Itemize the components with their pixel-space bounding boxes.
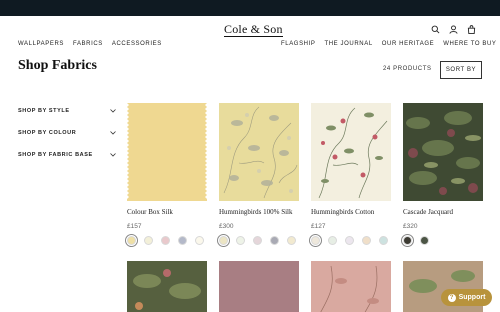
colour-swatch[interactable] <box>144 236 153 245</box>
colour-swatch[interactable] <box>362 236 371 245</box>
colour-swatch[interactable] <box>217 234 230 247</box>
product-price: £127 <box>311 223 326 230</box>
jacquard-pattern <box>403 103 483 201</box>
colour-swatch[interactable] <box>420 236 429 245</box>
filter-style[interactable]: SHOP BY STYLE <box>18 100 116 122</box>
header-icons <box>431 25 476 34</box>
product-image[interactable] <box>403 103 483 201</box>
site-header: Cole & Son Wallpapers Fabrics Accessorie… <box>0 16 500 56</box>
product-price: £157 <box>127 223 142 230</box>
colour-swatch[interactable] <box>178 236 187 245</box>
nav-heritage[interactable]: Our Heritage <box>382 41 434 47</box>
nav-journal[interactable]: The Journal <box>324 41 372 47</box>
main-nav-right: Flagship The Journal Our Heritage Where … <box>281 41 497 47</box>
top-bar <box>0 0 500 16</box>
hummingbird-pattern <box>219 103 299 201</box>
colour-swatch[interactable] <box>379 236 388 245</box>
filter-sidebar: SHOP BY STYLE SHOP BY COLOUR SHOP BY FAB… <box>18 100 116 166</box>
colour-swatches <box>309 234 388 247</box>
support-label: Support <box>458 294 486 301</box>
product-card[interactable] <box>219 261 299 312</box>
colour-swatches <box>217 234 296 247</box>
product-card[interactable]: Hummingbirds Cotton £127 <box>309 103 391 247</box>
colour-swatch[interactable] <box>270 236 279 245</box>
product-price: £320 <box>403 223 418 230</box>
fabric-pattern <box>311 261 391 312</box>
colour-swatch[interactable] <box>125 234 138 247</box>
nav-accessories[interactable]: Accessories <box>112 41 162 47</box>
filter-fabric-base[interactable]: SHOP BY FABRIC BASE <box>18 144 116 166</box>
chevron-down-icon <box>110 153 116 157</box>
filter-label: SHOP BY STYLE <box>18 108 70 114</box>
product-card[interactable]: Colour Box Silk £157 <box>125 103 207 247</box>
question-icon: ? <box>447 293 456 302</box>
product-image[interactable] <box>219 103 299 201</box>
colour-swatch[interactable] <box>236 236 245 245</box>
filter-label: SHOP BY FABRIC BASE <box>18 152 93 158</box>
filter-colour[interactable]: SHOP BY COLOUR <box>18 122 116 144</box>
colour-swatch[interactable] <box>345 236 354 245</box>
product-image[interactable] <box>127 261 207 312</box>
cart-icon[interactable] <box>467 25 476 34</box>
colour-swatch[interactable] <box>161 236 170 245</box>
fabric-edge <box>127 103 207 201</box>
product-name[interactable]: Hummingbirds 100% Silk <box>219 208 293 216</box>
colour-swatch[interactable] <box>328 236 337 245</box>
colour-swatch[interactable] <box>195 236 204 245</box>
nav-where-to-buy[interactable]: Where to Buy <box>443 41 496 47</box>
page-title: Shop Fabrics <box>18 58 97 73</box>
nav-flagship[interactable]: Flagship <box>281 41 315 47</box>
filter-label: SHOP BY COLOUR <box>18 130 77 136</box>
fabric-pattern <box>127 261 207 312</box>
chevron-down-icon <box>110 131 116 135</box>
hummingbird-pattern <box>311 103 391 201</box>
colour-swatches <box>401 234 429 247</box>
product-image[interactable] <box>311 261 391 312</box>
nav-fabrics[interactable]: Fabrics <box>73 41 103 47</box>
main-nav-left: Wallpapers Fabrics Accessories <box>18 41 162 47</box>
chevron-down-icon <box>110 109 116 113</box>
colour-swatch[interactable] <box>309 234 322 247</box>
colour-swatch[interactable] <box>401 234 414 247</box>
account-icon[interactable] <box>449 25 458 34</box>
product-image[interactable] <box>311 103 391 201</box>
product-name[interactable]: Cascade Jacquard <box>403 208 453 216</box>
sort-button[interactable]: SORT BY <box>440 61 482 79</box>
product-price: £300 <box>219 223 234 230</box>
colour-swatches <box>125 234 204 247</box>
colour-swatch[interactable] <box>253 236 262 245</box>
nav-wallpapers[interactable]: Wallpapers <box>18 41 64 47</box>
product-name[interactable]: Colour Box Silk <box>127 208 173 216</box>
product-count: 24 PRODUCTS <box>383 66 432 72</box>
colour-swatch[interactable] <box>287 236 296 245</box>
product-card[interactable]: Cascade Jacquard £320 <box>401 103 483 247</box>
product-name[interactable]: Hummingbirds Cotton <box>311 208 374 216</box>
product-card[interactable] <box>311 261 391 312</box>
search-icon[interactable] <box>431 25 440 34</box>
brand-logo[interactable]: Cole & Son <box>224 23 283 37</box>
product-card[interactable] <box>127 261 207 312</box>
product-card[interactable]: Hummingbirds 100% Silk £300 <box>217 103 299 247</box>
support-button[interactable]: ? Support <box>441 289 492 306</box>
product-image[interactable] <box>219 261 299 312</box>
product-image[interactable] <box>127 103 207 201</box>
